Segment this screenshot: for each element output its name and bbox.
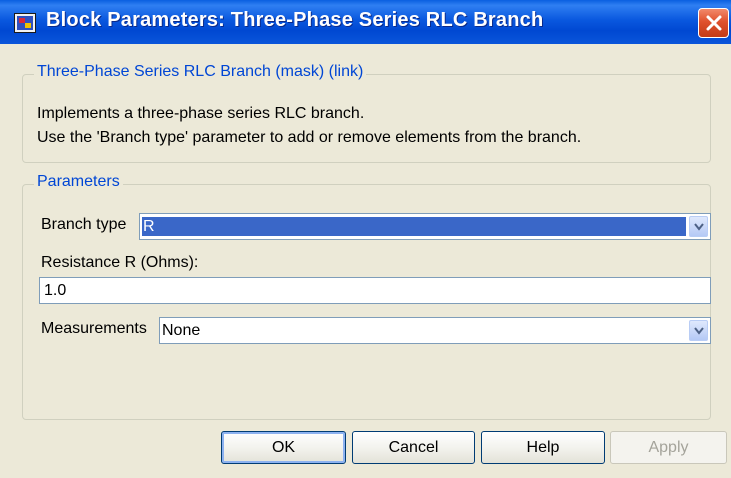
ok-button[interactable]: OK bbox=[221, 431, 346, 464]
window-title: Block Parameters: Three-Phase Series RLC… bbox=[46, 9, 544, 31]
close-button[interactable] bbox=[698, 8, 729, 38]
branch-type-value: R bbox=[142, 217, 686, 236]
description-legend: Three-Phase Series RLC Branch (mask) (li… bbox=[34, 63, 367, 81]
help-button[interactable]: Help bbox=[481, 431, 605, 464]
chevron-down-icon[interactable] bbox=[689, 216, 708, 237]
cancel-button[interactable]: Cancel bbox=[352, 431, 475, 464]
measurements-value: None bbox=[162, 322, 201, 339]
branch-type-dropdown[interactable]: R bbox=[139, 213, 711, 240]
close-icon bbox=[706, 15, 722, 31]
resistance-label: Resistance R (Ohms): bbox=[41, 254, 199, 271]
description-line-2: Use the 'Branch type' parameter to add o… bbox=[37, 129, 582, 146]
block-parameters-dialog: Block Parameters: Three-Phase Series RLC… bbox=[0, 0, 731, 478]
resistance-input[interactable] bbox=[39, 277, 711, 304]
parameters-legend: Parameters bbox=[34, 173, 123, 191]
measurements-label: Measurements bbox=[41, 320, 147, 337]
chevron-down-icon[interactable] bbox=[689, 320, 708, 341]
branch-type-label: Branch type bbox=[41, 216, 127, 233]
title-bar[interactable]: Block Parameters: Three-Phase Series RLC… bbox=[0, 0, 731, 44]
simulink-block-icon bbox=[14, 13, 36, 33]
description-line-1: Implements a three-phase series RLC bran… bbox=[37, 105, 365, 122]
measurements-dropdown[interactable]: None bbox=[159, 317, 711, 344]
apply-button[interactable]: Apply bbox=[610, 431, 727, 464]
